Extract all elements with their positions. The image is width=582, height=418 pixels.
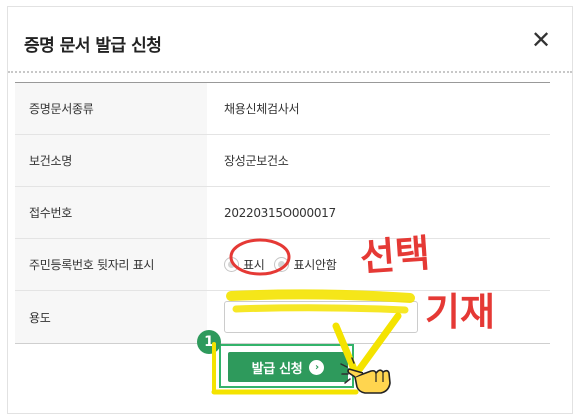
radio-hide[interactable]: 표시안함 [274,256,337,273]
submit-button-label: 발급 신청 [251,361,303,377]
close-icon[interactable]: ✕ [530,28,552,52]
radio-dot [228,261,235,268]
row-label-resident-number-display: 주민등록번호 뒷자리 표시 [15,239,207,290]
display-radio-group: 표시 표시안함 [224,256,346,273]
row-value-purpose [207,291,550,343]
table-row-receipt-number: 접수번호 20220315O000017 [15,187,550,239]
row-value-health-center: 장성군보건소 [224,154,289,168]
chevron-right-circle-icon: › [309,359,325,375]
purpose-input[interactable] [224,301,418,333]
radio-show[interactable]: 표시 [224,256,265,273]
row-value-receipt-number: 20220315O000017 [224,205,336,220]
dialog-title: 증명 문서 발급 신청 [24,36,162,56]
radio-circle-icon [274,257,290,272]
form-table: 증명문서종류 채용신체검사서 보건소명 장성군보건소 접수번호 20220315… [15,82,550,344]
submit-button[interactable]: 발급 신청 › [228,352,348,382]
radio-circle-icon [224,257,239,272]
table-row-purpose: 용도 [15,291,550,343]
row-label-document-type: 증명문서종류 [15,83,207,134]
radio-dot [278,261,286,268]
header-divider [8,71,572,73]
row-label-purpose: 용도 [15,291,207,343]
table-row-resident-number-display: 주민등록번호 뒷자리 표시 표시 표시안함 [15,239,550,291]
radio-hide-label: 표시안함 [293,258,337,272]
radio-show-label: 표시 [243,258,265,272]
table-row-health-center: 보건소명 장성군보건소 [15,135,550,187]
step-badge: 1 [197,330,221,354]
row-label-health-center: 보건소명 [15,135,207,186]
dialog-header: 증명 문서 발급 신청 ✕ [8,7,572,75]
table-row-document-type: 증명문서종류 채용신체검사서 [15,83,550,135]
row-value-resident-number-display: 표시 표시안함 [207,239,550,290]
row-label-receipt-number: 접수번호 [15,187,207,238]
row-value-document-type: 채용신체검사서 [224,102,300,116]
